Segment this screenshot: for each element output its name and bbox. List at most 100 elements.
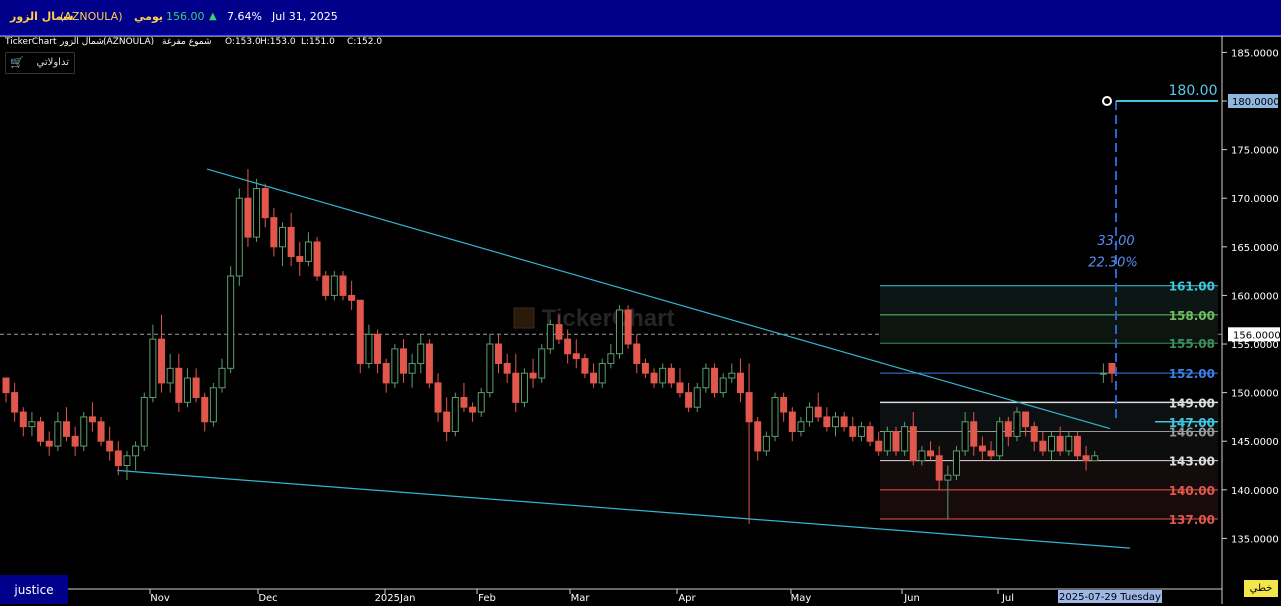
candle-body	[304, 241, 312, 262]
candle-body	[814, 406, 822, 418]
candle-body	[382, 362, 390, 384]
candle-body	[935, 455, 943, 481]
candle-body	[1073, 435, 1081, 457]
fib-zone-5	[880, 489, 1218, 519]
candle-body	[270, 217, 278, 248]
x-axis-labels-group: Nov Dec 2025Jan Feb Mar Apr May Jun Jul 2025-07-2…	[149, 589, 1162, 604]
candle-body	[417, 343, 425, 364]
candle-body	[996, 421, 1004, 457]
price-chart[interactable]: TickerChart 161.00 158.00 155.08 152.00 149.…	[0, 36, 1281, 604]
candle-body	[901, 426, 909, 452]
candle-body	[598, 362, 606, 384]
candle-body	[1108, 362, 1116, 374]
candle-body	[624, 309, 632, 345]
candle-body	[88, 416, 96, 423]
x-tick-label: Jun	[903, 593, 920, 604]
candle-body	[235, 197, 243, 277]
y-tick-label: 170.0000	[1231, 194, 1279, 205]
y-tick-label: 150.0000	[1231, 389, 1279, 400]
y-tick-label: 165.0000	[1231, 243, 1279, 254]
x-tick-label: Apr	[678, 593, 696, 604]
level-label-143.00: 143.00	[1169, 455, 1215, 469]
candle-body	[45, 440, 53, 447]
candle-body	[296, 256, 304, 262]
candle-body	[1099, 372, 1107, 375]
candle-body	[728, 372, 736, 379]
candle-body	[399, 348, 407, 374]
candle-body	[711, 367, 719, 394]
candle-body	[952, 450, 960, 476]
candle-body	[425, 343, 433, 384]
cursor-date-label: 2025-07-29 Tuesday	[1059, 592, 1161, 603]
candle-body	[780, 396, 788, 413]
candle-body	[633, 343, 641, 364]
candle-body	[745, 392, 753, 423]
x-tick-label: Mar	[571, 593, 591, 604]
chart-type-button[interactable]: خطي	[1244, 580, 1278, 597]
candle-body	[460, 396, 468, 408]
stock-symbol[interactable]: (AZNOULA)	[60, 10, 123, 23]
candle-body	[495, 343, 503, 364]
interval-label[interactable]: يومي	[134, 10, 163, 23]
candle-body	[469, 406, 477, 413]
target-price-label: 180.00	[1169, 83, 1218, 99]
candle-body	[140, 396, 148, 447]
last-price: 156.00	[166, 10, 205, 23]
level-label-149.00: 149.00	[1169, 396, 1215, 410]
target-anchor-handle	[1102, 96, 1112, 107]
candle-body	[330, 275, 338, 296]
level-label-155.08: 155.08	[1169, 337, 1215, 351]
candle-body	[37, 421, 45, 442]
candle-body	[1022, 411, 1030, 428]
candle-body	[754, 421, 762, 452]
candle-body	[615, 309, 623, 355]
candle-body	[546, 324, 554, 350]
candle-body	[909, 426, 917, 462]
candle-body	[158, 338, 166, 384]
candle-body	[641, 362, 649, 374]
candle-body	[218, 367, 226, 389]
candle-body	[1082, 455, 1090, 462]
change-up-icon: ▲	[209, 11, 217, 22]
candle-body	[857, 426, 865, 437]
candle-body	[201, 396, 209, 423]
candle-body	[503, 362, 511, 374]
candle-body	[54, 421, 62, 447]
candle-body	[736, 372, 744, 394]
candle-body	[970, 421, 978, 447]
candle-body	[486, 343, 494, 394]
fib-zone-0	[880, 285, 1218, 315]
watermark-logo-icon	[513, 307, 535, 329]
candle-body	[927, 450, 935, 457]
candle-body	[1030, 426, 1038, 442]
y-tick-label: 145.0000	[1231, 437, 1279, 448]
candle-body	[209, 387, 217, 423]
candle-body	[175, 367, 183, 403]
candle-body	[227, 275, 235, 369]
candle-body	[443, 411, 451, 432]
justice-label[interactable]: justice	[0, 575, 68, 604]
candle-body	[685, 392, 693, 408]
candle-body	[132, 445, 140, 457]
candle-body	[391, 348, 399, 384]
y-tick-label: 140.0000	[1231, 486, 1279, 497]
candle-body	[823, 416, 831, 428]
last-date: Jul 31, 2025	[272, 10, 338, 23]
candle-body	[771, 396, 779, 437]
y-tick-label: 185.0000	[1231, 48, 1279, 59]
candle-body	[123, 455, 131, 467]
last-price-box-label: 156.0000	[1233, 330, 1281, 341]
candle-body	[788, 411, 796, 432]
candle-body	[192, 377, 200, 398]
candle-body	[356, 299, 364, 364]
candle-body	[71, 435, 79, 447]
candle-body	[166, 367, 174, 384]
candle-body	[892, 431, 900, 452]
candle-body	[849, 426, 857, 437]
change-percent: 7.64%	[227, 10, 262, 23]
candle-body	[97, 421, 105, 442]
candle-body	[11, 392, 19, 413]
candle-body	[365, 333, 373, 364]
candle-body	[719, 377, 727, 394]
candle-body	[1048, 435, 1056, 452]
